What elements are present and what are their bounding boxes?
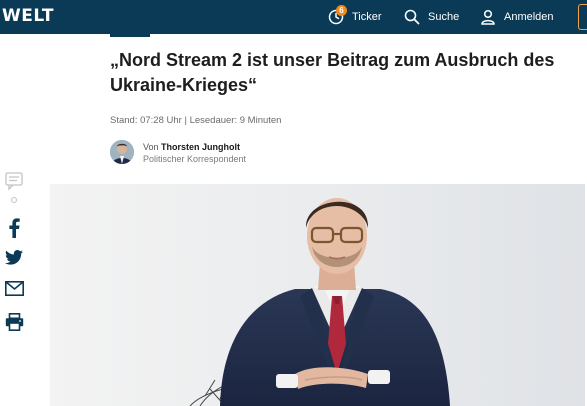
subscribe-button[interactable] bbox=[578, 4, 587, 30]
facebook-icon[interactable] bbox=[4, 218, 24, 238]
welt-logo[interactable]: WELT bbox=[2, 6, 54, 26]
article-headline: „Nord Stream 2 ist unser Beitrag zum Aus… bbox=[110, 50, 555, 95]
author-role: Politischer Korrespondent bbox=[143, 154, 247, 164]
ticker-label: Ticker bbox=[352, 11, 382, 23]
login-button[interactable]: Anmelden bbox=[480, 0, 554, 34]
ticker-link[interactable]: 6 Ticker bbox=[328, 0, 382, 34]
article-hero-image[interactable] bbox=[50, 184, 585, 406]
search-button[interactable]: Suche bbox=[404, 0, 459, 34]
login-label: Anmelden bbox=[504, 11, 554, 23]
section-accent-bar bbox=[110, 34, 150, 37]
clock-icon: 6 bbox=[328, 5, 347, 25]
comment-icon[interactable] bbox=[4, 172, 24, 204]
author-prefix: Von bbox=[143, 142, 159, 152]
article-meta: Stand: 07:28 Uhr | Lesedauer: 9 Minuten bbox=[110, 115, 282, 126]
user-icon bbox=[480, 9, 496, 25]
search-icon bbox=[404, 9, 420, 25]
email-icon[interactable] bbox=[4, 281, 24, 296]
author-name[interactable]: Thorsten Jungholt bbox=[161, 142, 240, 152]
twitter-icon[interactable] bbox=[4, 250, 24, 265]
author-text: Von Thorsten Jungholt Politischer Korres… bbox=[143, 141, 343, 165]
ticker-count-badge: 6 bbox=[336, 5, 347, 16]
search-label: Suche bbox=[428, 11, 460, 23]
print-icon[interactable] bbox=[4, 313, 24, 331]
header-bar: WELT 6 Ticker Suche Anmelden bbox=[0, 0, 587, 34]
author-avatar[interactable] bbox=[110, 140, 134, 164]
